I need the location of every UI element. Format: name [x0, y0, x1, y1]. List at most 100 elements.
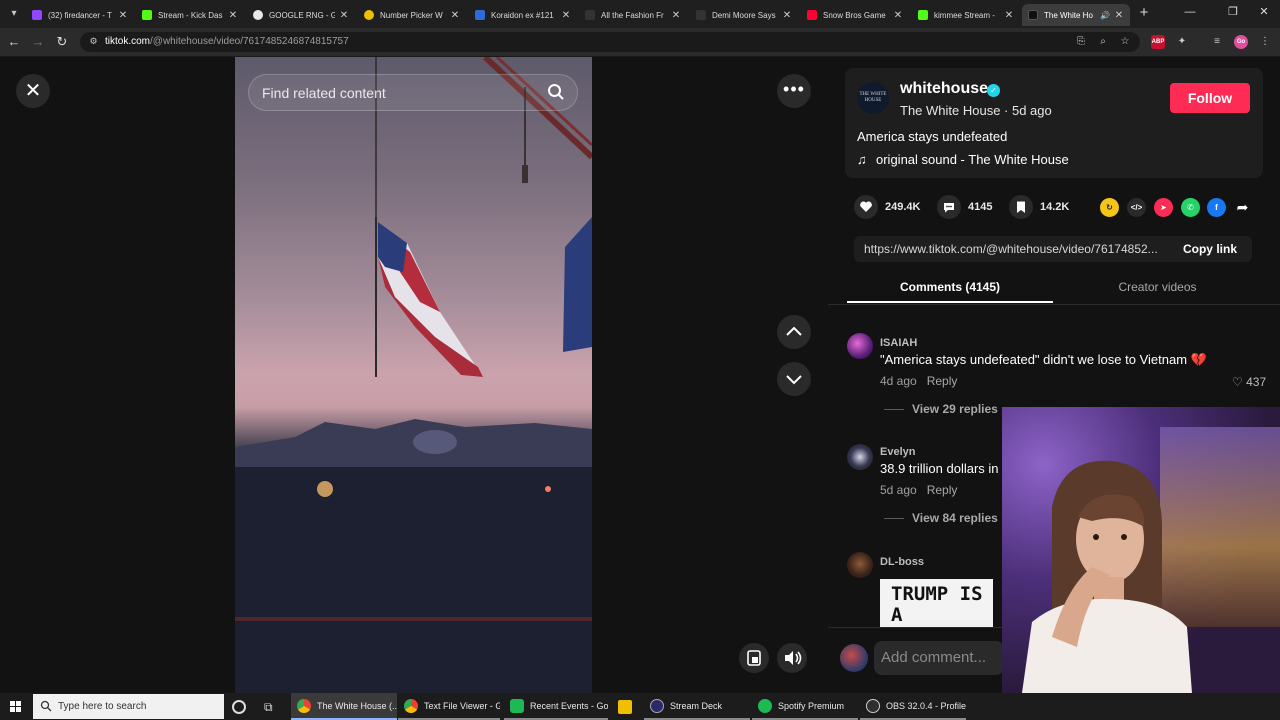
taskbar-app-spotify[interactable]: Spotify Premium: [752, 693, 858, 720]
reply-button[interactable]: Reply: [927, 483, 958, 497]
taskbar-search-box[interactable]: Type here to search: [33, 694, 224, 719]
windows-start-icon[interactable]: [0, 693, 32, 720]
taskbar-app-obs[interactable]: OBS 32.0.4 - Profile:...: [860, 693, 966, 720]
commenter-avatar[interactable]: [847, 552, 873, 578]
browser-tab-strip: ▾ (32) firedancer - T ✕ Stream - Kick Da…: [0, 0, 1280, 28]
restore-icon[interactable]: ❐: [1226, 5, 1240, 19]
minimize-icon[interactable]: —: [1183, 5, 1197, 19]
browser-tab[interactable]: kimmee Stream - ✕: [912, 4, 1020, 26]
tab-close-icon[interactable]: ✕: [1114, 10, 1124, 21]
tab-close-icon[interactable]: ✕: [893, 10, 903, 21]
bookmark-star-icon[interactable]: ☆: [1118, 35, 1132, 49]
browser-toolbar: ← → ↻ ⚙ tiktok.com/@whitehouse/video/761…: [0, 28, 1280, 57]
taskbar-app-stream-deck[interactable]: Stream Deck: [644, 693, 750, 720]
facebook-share-icon[interactable]: f: [1207, 198, 1226, 217]
window-close-icon[interactable]: ✕: [1257, 5, 1271, 19]
comment-like-button[interactable]: ♡ 437: [1232, 375, 1266, 389]
like-button[interactable]: 249.4K: [854, 195, 920, 219]
next-video-button[interactable]: [777, 362, 811, 396]
video-player[interactable]: Find related content: [235, 57, 592, 693]
comment-heart-icon: ♡: [1232, 375, 1243, 389]
twitch-favicon-icon: [32, 10, 42, 20]
search-icon[interactable]: [547, 83, 565, 101]
tab-close-icon[interactable]: ✕: [1004, 10, 1014, 21]
reply-button[interactable]: Reply: [927, 374, 958, 388]
install-app-icon[interactable]: ⎘: [1074, 35, 1088, 49]
browser-tab[interactable]: Snow Bros Game ✕: [801, 4, 909, 26]
tab-close-icon[interactable]: ✕: [339, 10, 349, 21]
browser-tab[interactable]: Stream - Kick Das ✕: [136, 4, 244, 26]
adblock-extension-icon[interactable]: ABP: [1151, 35, 1165, 49]
tab-audio-icon[interactable]: 🔊: [1100, 11, 1110, 20]
more-options-icon[interactable]: •••: [777, 74, 811, 108]
browser-tab[interactable]: Koraidon ex #121 ✕: [469, 4, 577, 26]
reload-icon[interactable]: ↻: [54, 34, 70, 50]
browser-tab[interactable]: Demi Moore Says ✕: [690, 4, 798, 26]
extensions-puzzle-icon[interactable]: ✦: [1175, 35, 1189, 49]
reading-list-icon[interactable]: ≡: [1210, 35, 1224, 49]
back-icon[interactable]: ←: [6, 34, 22, 50]
comment-text: 38.9 trillion dollars in: [880, 461, 999, 476]
copy-link-button[interactable]: Copy link: [1168, 236, 1252, 262]
task-view-icon[interactable]: ⧉: [264, 700, 278, 714]
address-bar[interactable]: ⚙ tiktok.com/@whitehouse/video/761748524…: [80, 32, 1140, 52]
comment-username[interactable]: DL-boss: [880, 556, 924, 568]
commenter-avatar[interactable]: [847, 333, 873, 359]
comment-button[interactable]: 4145: [937, 195, 992, 219]
comment-placeholder: Add comment...: [881, 649, 987, 666]
spotify-icon: [758, 698, 772, 713]
tab-close-icon[interactable]: ✕: [561, 10, 571, 21]
tab-close-icon[interactable]: ✕: [118, 10, 128, 21]
comment-username[interactable]: Evelyn: [880, 446, 915, 458]
comment-text: "America stays undefeated" didn't we los…: [880, 352, 1207, 367]
video-info-card: THE WHITE HOUSE whitehouse ✓ The White H…: [845, 68, 1263, 178]
pokemon-favicon-icon: [475, 10, 485, 20]
taskbar-app-chrome[interactable]: The White House (...: [291, 693, 397, 720]
repost-icon[interactable]: ↻: [1100, 198, 1119, 217]
site-info-icon[interactable]: ⚙: [87, 35, 100, 48]
tab-close-icon[interactable]: ✕: [782, 10, 792, 21]
tab-comments[interactable]: Comments (4145): [847, 279, 1053, 303]
forward-icon[interactable]: →: [30, 34, 46, 50]
follow-button[interactable]: Follow: [1170, 83, 1250, 113]
taskbar-app-recent-events[interactable]: Recent Events - Go...: [504, 693, 608, 720]
zoom-icon[interactable]: ⌕: [1096, 35, 1110, 49]
new-tab-icon[interactable]: +: [1136, 5, 1152, 21]
add-comment-input[interactable]: Add comment...: [874, 641, 1004, 675]
mini-player-button[interactable]: [739, 643, 769, 673]
tab-search-chevron-icon[interactable]: ▾: [6, 6, 22, 22]
view-replies-button[interactable]: View 84 replies: [884, 511, 998, 525]
comment-image[interactable]: TRUMP IS A: [880, 579, 993, 627]
more-share-arrow-icon[interactable]: ➦: [1233, 198, 1252, 217]
chevron-up-icon: [786, 326, 802, 336]
tab-close-icon[interactable]: ✕: [671, 10, 681, 21]
send-to-friends-icon[interactable]: ➤: [1154, 198, 1173, 217]
cortana-icon[interactable]: [232, 700, 246, 714]
commenter-avatar[interactable]: [847, 444, 873, 470]
browser-tab[interactable]: All the Fashion Fr ✕: [579, 4, 687, 26]
embed-code-icon[interactable]: </>: [1127, 198, 1146, 217]
profile-avatar[interactable]: Go: [1234, 35, 1248, 49]
browser-tab[interactable]: Number Picker W ✕: [358, 4, 466, 26]
save-button[interactable]: 14.2K: [1009, 195, 1069, 219]
browser-tab[interactable]: GOOGLE RNG - G ✕: [247, 4, 355, 26]
taskbar-app-chrome-2[interactable]: Text File Viewer - G...: [398, 693, 500, 720]
whatsapp-share-icon[interactable]: ✆: [1181, 198, 1200, 217]
browser-tab[interactable]: (32) firedancer - T ✕: [26, 4, 134, 26]
find-related-search[interactable]: Find related content: [248, 74, 578, 111]
volume-button[interactable]: [777, 643, 807, 673]
taskbar-file-explorer[interactable]: [612, 693, 642, 720]
author-username[interactable]: whitehouse: [900, 80, 988, 98]
close-video-button[interactable]: ✕: [16, 74, 50, 108]
browser-menu-icon[interactable]: ⋮: [1258, 35, 1272, 49]
previous-video-button[interactable]: [777, 315, 811, 349]
music-link[interactable]: ♫ original sound - The White House: [857, 152, 1069, 167]
author-avatar[interactable]: THE WHITE HOUSE: [857, 82, 889, 114]
view-replies-button[interactable]: View 29 replies: [884, 402, 998, 416]
tab-creator-videos[interactable]: Creator videos: [1055, 279, 1260, 303]
tab-close-icon[interactable]: ✕: [450, 10, 460, 21]
browser-tab-active[interactable]: The White Ho 🔊 ✕: [1022, 4, 1130, 26]
share-link-text[interactable]: https://www.tiktok.com/@whitehouse/video…: [864, 242, 1169, 256]
tab-close-icon[interactable]: ✕: [228, 10, 238, 21]
comment-username[interactable]: ISAIAH: [880, 337, 917, 349]
